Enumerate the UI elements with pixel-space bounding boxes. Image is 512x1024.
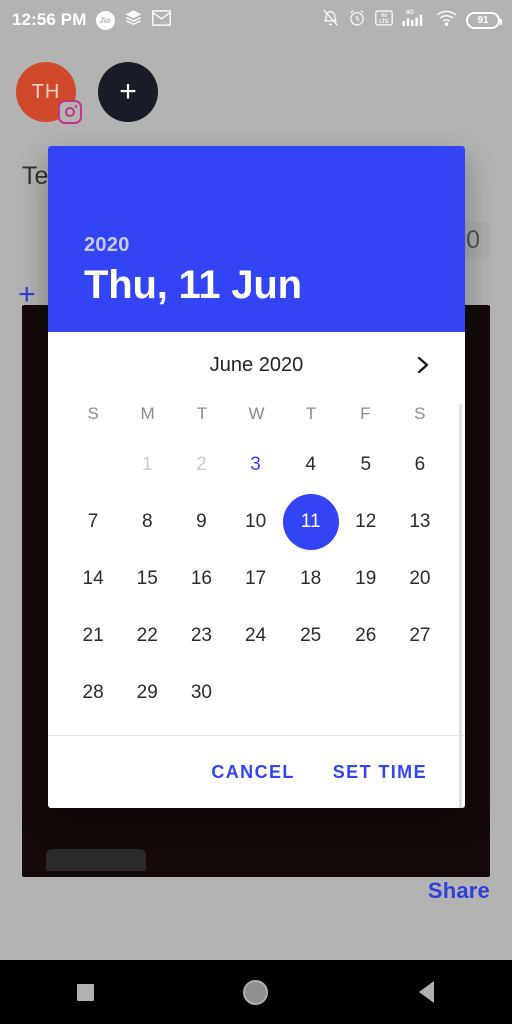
selected-day-highlight: 11 xyxy=(282,493,339,550)
dialog-action-row: CANCEL SET TIME xyxy=(48,736,465,808)
month-navigation: June 2020 xyxy=(60,332,453,398)
calendar-day-3[interactable]: 3 xyxy=(229,436,283,493)
date-picker-header: 2020 Thu, 11 Jun xyxy=(48,146,465,332)
calendar-day-29[interactable]: 29 xyxy=(120,664,174,721)
calendar-day-11[interactable]: 11 xyxy=(282,493,339,550)
calendar-day-22[interactable]: 22 xyxy=(120,607,174,664)
current-month-label: June 2020 xyxy=(209,353,304,376)
back-triangle-icon xyxy=(419,981,435,1003)
calendar-day-25[interactable]: 25 xyxy=(283,607,339,664)
calendar-day-7[interactable]: 7 xyxy=(66,493,120,550)
weekday-header-row: SMTWTFS xyxy=(60,398,453,430)
calendar-day-10[interactable]: 10 xyxy=(229,493,283,550)
calendar-day-27[interactable]: 27 xyxy=(393,607,447,664)
set-time-button[interactable]: SET TIME xyxy=(323,754,437,791)
weekday-header-5: F xyxy=(360,404,371,423)
calendar-day-12[interactable]: 12 xyxy=(339,493,393,550)
calendar-day-18[interactable]: 18 xyxy=(283,550,339,607)
calendar-body: June 2020 SMTWTFS 1 2 3 4 5 6 7 8 9 10 11 12 13 14 15 1… xyxy=(48,332,465,808)
phone-screen: TH + Te 0 + Share 12:56 PM Jio Vo LTE 4G… xyxy=(0,0,512,1024)
weekday-header-4: T xyxy=(305,404,317,423)
selected-date-title[interactable]: Thu, 11 Jun xyxy=(84,263,429,308)
home-circle-icon xyxy=(243,979,269,1005)
calendar-day-30[interactable]: 30 xyxy=(174,664,228,721)
calendar-day-4[interactable]: 4 xyxy=(283,436,339,493)
calendar-day-23[interactable]: 23 xyxy=(174,607,228,664)
weekday-header-2: T xyxy=(196,404,208,423)
calendar-day-26[interactable]: 26 xyxy=(339,607,393,664)
weekday-header-0: S xyxy=(87,404,99,423)
calendar-day-17[interactable]: 17 xyxy=(229,550,283,607)
date-picker-dialog: 2020 Thu, 11 Jun June 2020 SMTWTFS 12345… xyxy=(48,146,465,808)
recents-square-icon xyxy=(76,983,94,1001)
calendar-day-24[interactable]: 24 xyxy=(229,607,283,664)
calendar-day-6[interactable]: 6 xyxy=(393,436,447,493)
weekday-header-3: W xyxy=(248,404,265,423)
chevron-right-icon[interactable] xyxy=(403,353,443,377)
home-button[interactable] xyxy=(206,979,306,1005)
android-navigation-bar xyxy=(0,960,512,1024)
calendar-day-19[interactable]: 19 xyxy=(339,550,393,607)
calendar-day-14[interactable]: 14 xyxy=(66,550,120,607)
cancel-button[interactable]: CANCEL xyxy=(201,754,304,791)
calendar-day-21[interactable]: 21 xyxy=(66,607,120,664)
calendar-day-1: 1 xyxy=(141,453,153,475)
calendar-day-13[interactable]: 13 xyxy=(393,493,447,550)
selected-year[interactable]: 2020 xyxy=(84,234,429,257)
calendar-day-grid: 1 2 3 4 5 6 7 8 9 10 11 12 13 14 15 16 17 18 19 20 21 22 23 24 2… xyxy=(60,436,453,735)
calendar-day-8[interactable]: 8 xyxy=(120,493,174,550)
calendar-day-20[interactable]: 20 xyxy=(393,550,447,607)
calendar-day-9[interactable]: 9 xyxy=(174,493,228,550)
back-button[interactable] xyxy=(377,981,477,1003)
calendar-day-16[interactable]: 16 xyxy=(174,550,228,607)
calendar-day-2: 2 xyxy=(196,453,207,475)
weekday-header-6: S xyxy=(414,404,426,423)
calendar-day-15[interactable]: 15 xyxy=(120,550,174,607)
calendar-day-28[interactable]: 28 xyxy=(66,664,120,721)
recents-button[interactable] xyxy=(35,983,135,1001)
weekday-header-1: M xyxy=(140,404,155,423)
calendar-day-5[interactable]: 5 xyxy=(339,436,393,493)
calendar-blank-cell xyxy=(66,436,120,493)
calendar-scrollbar[interactable] xyxy=(459,404,462,808)
